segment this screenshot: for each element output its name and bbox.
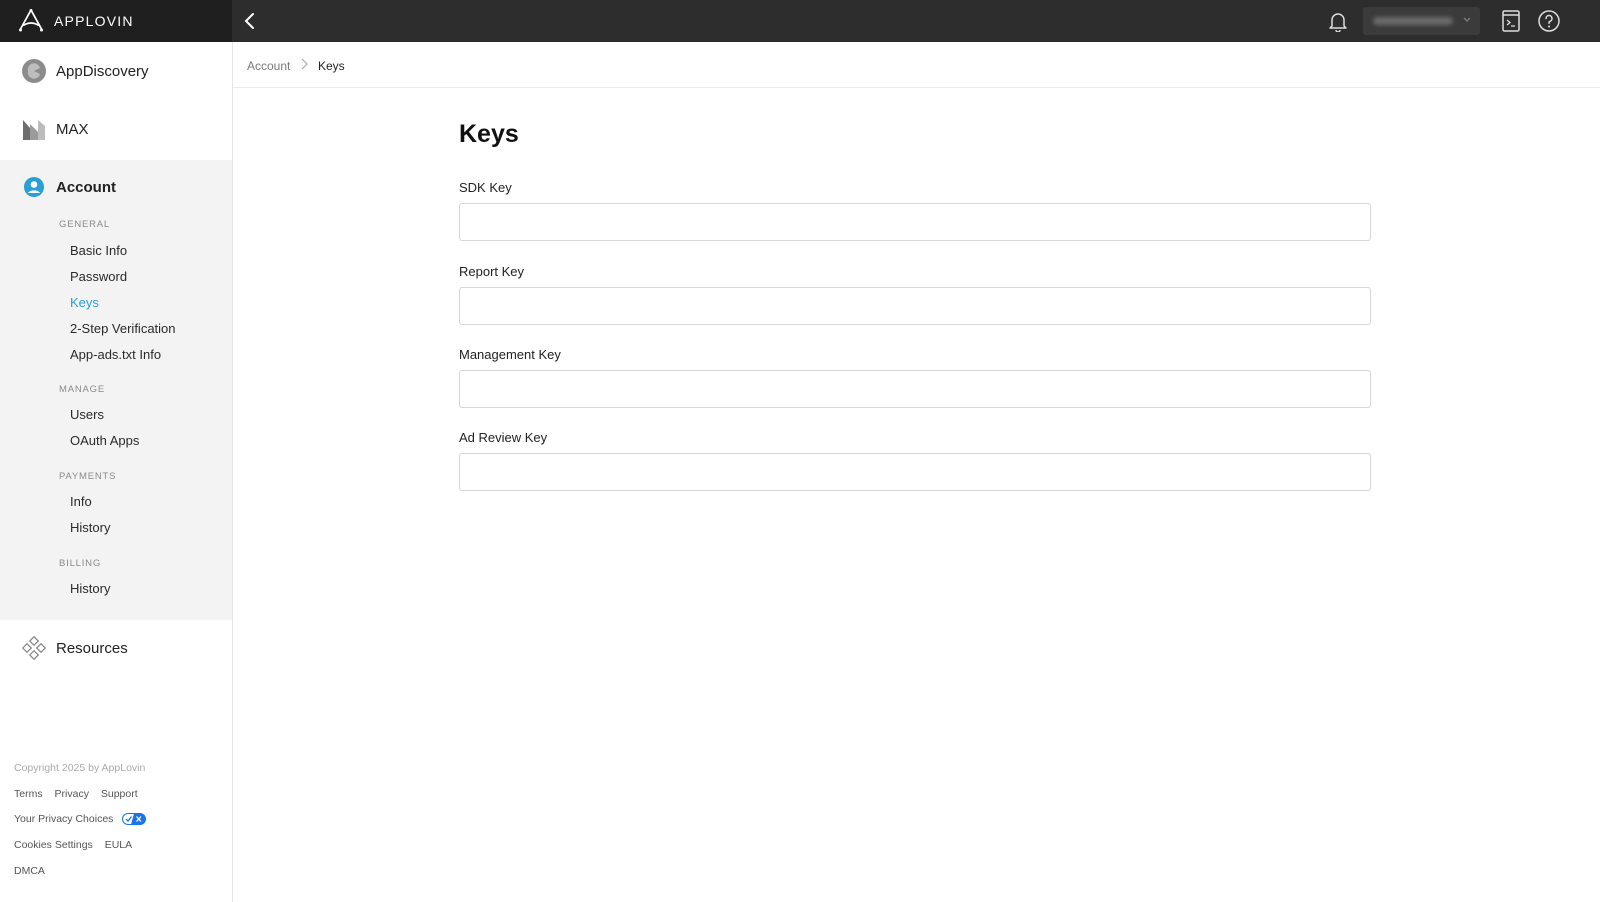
sidebar-item-users[interactable]: Users — [70, 407, 104, 422]
management-key-field[interactable] — [459, 370, 1371, 408]
user-circle-icon — [21, 174, 47, 200]
sdk-key-field[interactable] — [459, 203, 1371, 241]
sidebar-item-oauth-apps[interactable]: OAuth Apps — [70, 433, 139, 448]
top-bar: APPLOVIN — [0, 0, 1600, 42]
bell-icon — [1329, 13, 1347, 32]
applovin-logo-icon — [18, 8, 44, 34]
chevron-left-icon — [244, 13, 254, 29]
sidebar-item-label: AppDiscovery — [56, 62, 149, 80]
copyright: Copyright 2025 by AppLovin — [14, 762, 146, 774]
console-button[interactable] — [1499, 8, 1523, 34]
sidebar-item-label: MAX — [56, 120, 89, 138]
sidebar-item-billing-history[interactable]: History — [70, 581, 110, 596]
sidebar-item-max[interactable]: MAX — [0, 104, 232, 154]
report-key-field[interactable] — [459, 287, 1371, 325]
sidebar-item-payments-history[interactable]: History — [70, 520, 110, 535]
footer-link-privacy-choices[interactable]: Your Privacy Choices — [14, 813, 113, 825]
footer-links-row-3: Cookies Settings EULA — [14, 839, 141, 851]
footer-link-terms[interactable]: Terms — [14, 788, 43, 800]
section-title-payments: PAYMENTS — [59, 471, 117, 482]
resources-icon — [21, 635, 47, 661]
breadcrumb: Account Keys — [233, 42, 1600, 88]
footer-link-support[interactable]: Support — [101, 788, 138, 800]
notifications-button[interactable] — [1326, 9, 1350, 33]
user-name — [1373, 17, 1453, 25]
footer-links-row-4: DMCA — [14, 865, 54, 877]
report-key-label: Report Key — [459, 264, 525, 279]
resources-nav: Resources Copyright 2025 by AppLovin Ter… — [0, 620, 232, 902]
section-title-manage: MANAGE — [59, 384, 105, 395]
brand[interactable]: APPLOVIN — [0, 0, 232, 42]
section-title-general: GENERAL — [59, 219, 111, 230]
sidebar-item-account[interactable]: Account — [0, 162, 232, 212]
footer-link-eula[interactable]: EULA — [105, 839, 132, 851]
chevron-down-icon — [1463, 17, 1471, 23]
sidebar: AppDiscovery MAX Account GENERAL Basic I… — [0, 42, 233, 902]
ad-review-key-field[interactable] — [459, 453, 1371, 491]
privacy-choices-icon[interactable] — [122, 813, 147, 826]
sidebar-item-2-step-verification[interactable]: 2-Step Verification — [70, 321, 176, 336]
question-circle-icon — [1538, 10, 1560, 32]
section-title-billing: BILLING — [59, 558, 102, 569]
page-title: Keys — [459, 120, 519, 148]
back-button[interactable] — [238, 9, 262, 33]
ad-review-key-label: Ad Review Key — [459, 430, 548, 445]
footer-links-row-2: Your Privacy Choices — [14, 813, 147, 826]
terminal-doc-icon — [1502, 10, 1520, 32]
sidebar-item-label: Resources — [56, 639, 128, 657]
management-key-label: Management Key — [459, 347, 561, 362]
chevron-right-icon — [299, 57, 309, 74]
help-button[interactable] — [1536, 8, 1562, 34]
appdiscovery-icon — [21, 58, 47, 84]
sidebar-item-resources[interactable]: Resources — [0, 623, 232, 673]
account-nav: Account GENERAL Basic Info Password Keys… — [0, 160, 232, 620]
product-nav: AppDiscovery MAX — [0, 42, 232, 160]
footer-link-dmca[interactable]: DMCA — [14, 865, 45, 877]
footer-links-row-1: Terms Privacy Support — [14, 788, 147, 800]
sidebar-item-password[interactable]: Password — [70, 269, 127, 284]
sidebar-item-appdiscovery[interactable]: AppDiscovery — [0, 46, 232, 96]
breadcrumb-current: Keys — [318, 59, 345, 73]
brand-name: APPLOVIN — [54, 13, 134, 29]
sidebar-item-basic-info[interactable]: Basic Info — [70, 243, 127, 258]
sidebar-item-keys[interactable]: Keys — [70, 295, 99, 310]
breadcrumb-account[interactable]: Account — [247, 59, 290, 73]
sdk-key-label: SDK Key — [459, 180, 512, 195]
footer-link-cookies-settings[interactable]: Cookies Settings — [14, 839, 93, 851]
sidebar-item-payments-info[interactable]: Info — [70, 494, 92, 509]
sidebar-item-label: Account — [56, 178, 116, 196]
user-menu[interactable] — [1363, 7, 1480, 35]
sidebar-item-app-ads-txt-info[interactable]: App-ads.txt Info — [70, 347, 161, 362]
max-icon — [21, 116, 47, 142]
footer-link-privacy[interactable]: Privacy — [55, 788, 89, 800]
